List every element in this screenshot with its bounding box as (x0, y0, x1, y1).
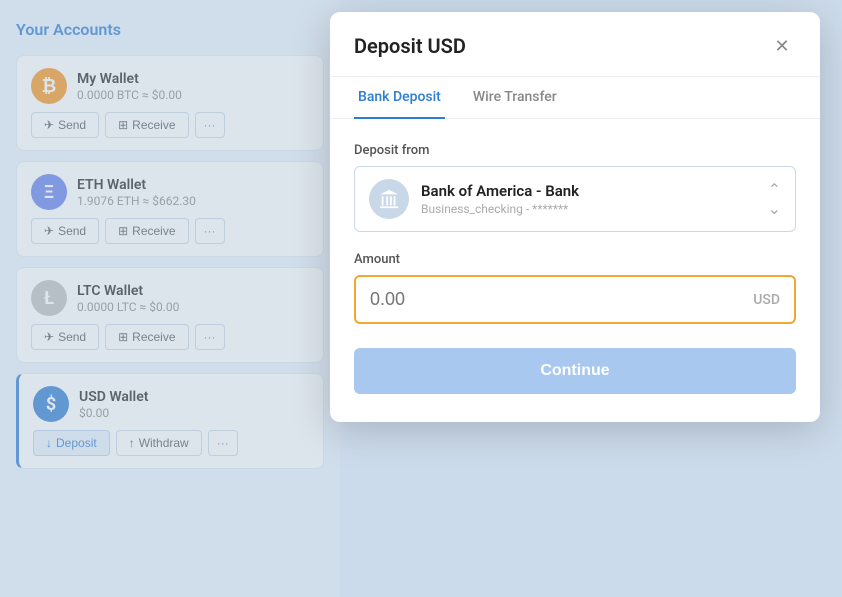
continue-button[interactable]: Continue (354, 348, 796, 394)
tab-bank-deposit[interactable]: Bank Deposit (354, 77, 445, 119)
bank-info: Bank of America - Bank Business_checking… (369, 179, 579, 219)
amount-field-wrapper[interactable]: USD (354, 275, 796, 324)
bank-details: Bank of America - Bank Business_checking… (421, 182, 579, 216)
modal-title: Deposit USD (354, 34, 466, 58)
bank-name: Bank of America - Bank (421, 182, 579, 200)
amount-input[interactable] (370, 289, 753, 310)
modal-tabs: Bank Deposit Wire Transfer (330, 77, 820, 119)
bank-icon (369, 179, 409, 219)
modal-header: Deposit USD ✕ (330, 12, 820, 77)
amount-currency: USD (753, 292, 780, 308)
chevron-updown-icon: ⌃⌄ (768, 180, 781, 218)
bank-selector[interactable]: Bank of America - Bank Business_checking… (354, 166, 796, 232)
modal-body: Deposit from Bank of America - Bank Busi… (330, 119, 820, 422)
tab-wire-transfer[interactable]: Wire Transfer (469, 77, 561, 119)
amount-label: Amount (354, 252, 796, 267)
bank-sub: Business_checking - ******* (421, 202, 579, 216)
deposit-from-label: Deposit from (354, 143, 796, 158)
deposit-modal: Deposit USD ✕ Bank Deposit Wire Transfer… (330, 12, 820, 422)
close-modal-button[interactable]: ✕ (768, 32, 796, 60)
